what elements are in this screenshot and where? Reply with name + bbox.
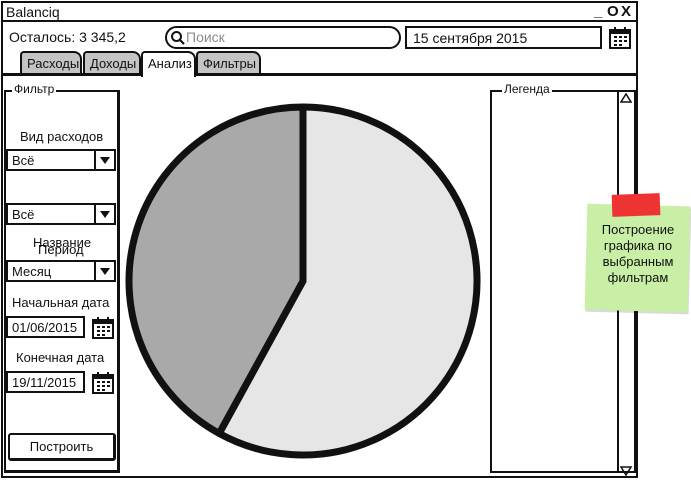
- legend-title: Легенда: [502, 82, 552, 96]
- end-date-label: Конечная дата: [16, 350, 105, 365]
- remaining-balance: Осталось: 3 345,2: [9, 29, 126, 45]
- expense-type-value: Всё: [12, 153, 35, 168]
- calendar-icon[interactable]: [92, 316, 114, 339]
- sticky-note-tape: [611, 193, 661, 217]
- start-date-label: Начальная дата: [12, 295, 110, 310]
- end-date-value: 19/11/2015: [12, 375, 77, 390]
- window-title: Balanciq: [6, 4, 60, 20]
- period-select[interactable]: Месяц: [6, 260, 116, 282]
- end-date-field[interactable]: 19/11/2015: [6, 371, 85, 393]
- sticky-note-text: Построение графика по выбранным фильтрам: [601, 222, 675, 285]
- period-label: Период: [38, 242, 84, 257]
- name-select[interactable]: Всё: [6, 203, 116, 225]
- scroll-up-icon[interactable]: [620, 93, 632, 103]
- search-placeholder: Поиск: [186, 29, 225, 45]
- filter-panel-title: Фильтр: [12, 82, 57, 96]
- tab-income[interactable]: Доходы: [83, 51, 141, 75]
- expense-type-select[interactable]: Всё: [6, 149, 116, 171]
- close-button[interactable]: X: [621, 3, 631, 21]
- search-icon: [171, 31, 185, 45]
- maximize-button[interactable]: O: [607, 3, 619, 21]
- tab-filters[interactable]: Фильтры: [196, 51, 261, 75]
- pie-chart: [125, 103, 481, 459]
- calendar-icon[interactable]: [609, 26, 631, 49]
- scroll-down-icon[interactable]: [620, 466, 632, 476]
- minimize-button[interactable]: _: [594, 3, 602, 21]
- title-bar: [3, 3, 636, 22]
- build-chart-button[interactable]: Построить: [8, 433, 116, 461]
- period-value: Месяц: [12, 264, 52, 279]
- name-value: Всё: [12, 207, 35, 222]
- chevron-down-icon: [94, 151, 110, 169]
- start-date-field[interactable]: 01/06/2015: [6, 316, 85, 338]
- tab-analysis[interactable]: Анализ: [141, 51, 196, 77]
- expense-type-label: Вид расходов: [20, 129, 104, 144]
- chevron-down-icon: [94, 262, 110, 280]
- current-date-field[interactable]: 15 сентября 2015: [405, 26, 602, 49]
- tab-expenses[interactable]: Расходы: [20, 51, 82, 75]
- tab-divider: [3, 73, 636, 76]
- start-date-value: 01/06/2015: [12, 320, 78, 335]
- calendar-icon[interactable]: [92, 371, 114, 394]
- current-date-text: 15 сентября 2015: [413, 30, 528, 46]
- chevron-down-icon: [94, 205, 110, 223]
